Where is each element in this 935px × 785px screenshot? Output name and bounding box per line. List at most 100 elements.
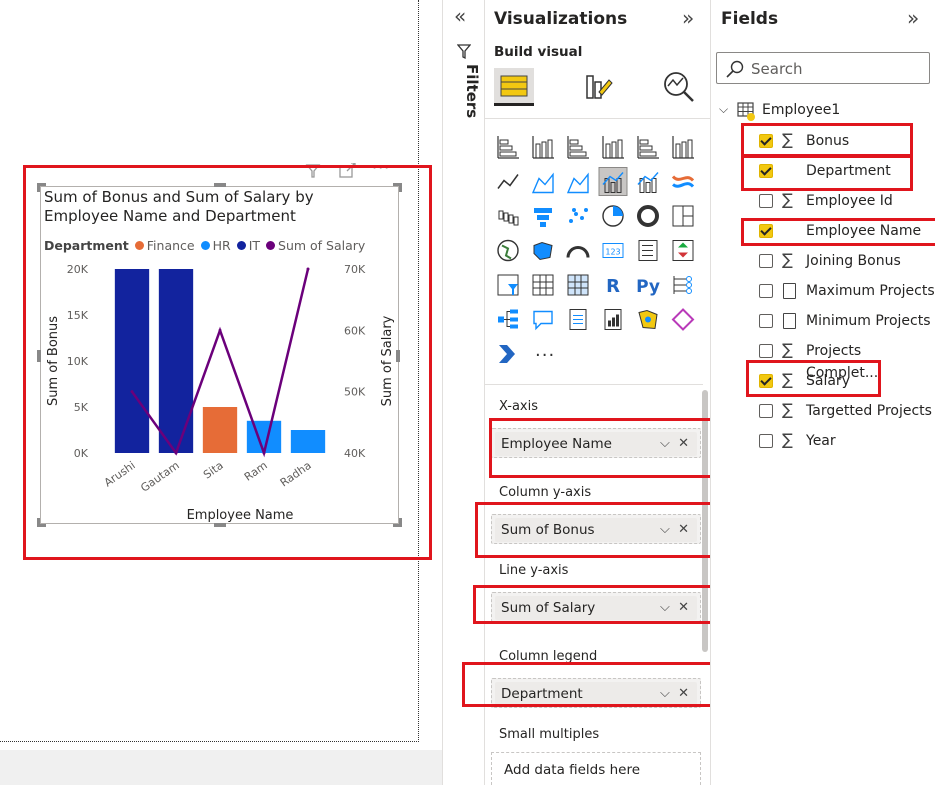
highlight-box-visual [23,165,432,560]
visual-type-gallery[interactable]: 123 R Py [493,132,705,374]
sigma-icon: ∑ [782,400,793,419]
sigma-icon: ∑ [782,430,793,449]
node [686,282,692,288]
collapse-filters-icon[interactable]: « [454,4,466,28]
search-input[interactable]: Search [751,60,803,78]
stacked-column-chart-icon[interactable] [532,136,554,159]
search-box[interactable]: Search [716,52,930,84]
calculator-icon [783,313,796,329]
python-visual-icon[interactable]: Py [636,277,660,297]
checkbox-projects-complet[interactable] [759,344,773,358]
funnel-step [534,208,552,213]
area-chart-icon[interactable] [531,172,554,194]
scatter-chart-icon[interactable] [569,208,588,223]
line-chart-icon[interactable] [497,174,519,189]
field-name[interactable]: Joining Bonus [806,250,901,272]
field-name[interactable]: Minimum Projects [806,310,931,332]
line-and-column-chart-icon[interactable] [598,167,628,196]
field-name[interactable]: Year [806,430,836,452]
highlight-box-department [741,155,913,191]
donut-chart-icon[interactable] [637,205,659,227]
bubble [533,310,553,331]
card-icon[interactable]: 123 [602,243,624,258]
gauge-icon[interactable] [566,246,590,258]
fields-title: Fields [721,9,779,29]
gauge-arc [566,246,590,258]
table-name[interactable]: Employee1 [762,102,840,118]
chevron-down-icon[interactable]: ⌵ [719,102,728,117]
column-y-axis-label: Column y-axis [499,485,592,500]
visualizations-title: Visualizations [494,9,628,29]
node [498,316,504,323]
ribbon-chart-icon[interactable] [671,175,695,188]
clustered-bar-chart-icon[interactable] [567,136,589,159]
highlight-box-column-legend [462,662,730,707]
field-name[interactable]: Employee Id [806,190,893,212]
sigma-icon: ∑ [782,190,793,209]
dot [569,219,573,223]
more-visuals-icon[interactable]: ··· [535,345,555,366]
grid [567,274,589,296]
build-visual-tab[interactable] [494,68,534,106]
checkbox-employee-id[interactable] [759,194,773,208]
map-icon[interactable] [497,239,519,262]
power-apps-icon[interactable] [671,308,695,331]
azure-map-icon[interactable] [638,309,658,330]
checkbox-minimum-projects[interactable] [759,314,773,328]
area [566,172,589,194]
line [497,174,519,189]
expand-visualizations-icon[interactable]: » [682,6,694,30]
clustered-column-chart-icon[interactable] [602,136,624,159]
treemap-icon[interactable] [672,205,694,227]
qa-icon[interactable] [533,310,553,331]
small-multiples-well[interactable]: Add data fields here [491,752,701,785]
smart-narrative-icon[interactable] [569,309,587,330]
checkbox-targetted-projects[interactable] [759,404,773,418]
search-icon [726,60,744,78]
field-name[interactable]: Maximum Projects [806,280,935,302]
r-visual-icon[interactable]: R [606,276,620,297]
power-automate-icon[interactable] [499,345,515,363]
area [531,172,554,194]
key-influencers-icon[interactable] [673,276,692,294]
field-name[interactable]: Targetted Projects [806,400,932,422]
page-tabs-bar [0,750,484,785]
checkbox-maximum-projects[interactable] [759,284,773,298]
table-icon[interactable] [532,274,554,296]
100-stacked-bar-chart-icon[interactable] [637,136,659,159]
matrix-icon[interactable] [567,274,589,296]
bar [651,178,657,193]
line-and-clustered-column-icon[interactable] [637,172,659,193]
paginated-report-icon[interactable] [604,309,622,330]
filters-label[interactable]: Filters [447,64,481,134]
100-stacked-column-chart-icon[interactable] [672,136,694,159]
bar [499,139,509,145]
bar [547,139,553,159]
waterfall-chart-icon[interactable] [498,210,519,226]
stacked-area-chart-icon[interactable] [566,172,589,194]
stacked-bar-chart-icon[interactable] [497,136,519,159]
bar [639,139,649,145]
bar [541,141,547,159]
node [686,288,692,294]
analytics-icon[interactable] [661,70,697,104]
pin [645,316,651,323]
kpi-icon[interactable] [672,240,694,261]
field-name[interactable]: Projects Complet... [806,340,935,381]
expand-fields-icon[interactable]: » [907,6,919,30]
selected-highlight [598,167,628,196]
checkbox-joining-bonus[interactable] [759,254,773,268]
checkbox-year[interactable] [759,434,773,448]
format-visual-icon[interactable] [581,72,615,104]
multi-row-card-icon[interactable] [638,240,658,261]
bar [535,143,541,159]
node [510,317,518,322]
decomposition-tree-icon[interactable] [498,309,518,329]
slicer-icon[interactable] [497,274,519,296]
bar [608,320,611,327]
land [501,244,512,260]
pie-chart-icon[interactable] [602,205,624,227]
filled-map-icon[interactable] [533,241,553,261]
funnel-chart-icon[interactable] [534,208,552,227]
bar [498,210,504,220]
